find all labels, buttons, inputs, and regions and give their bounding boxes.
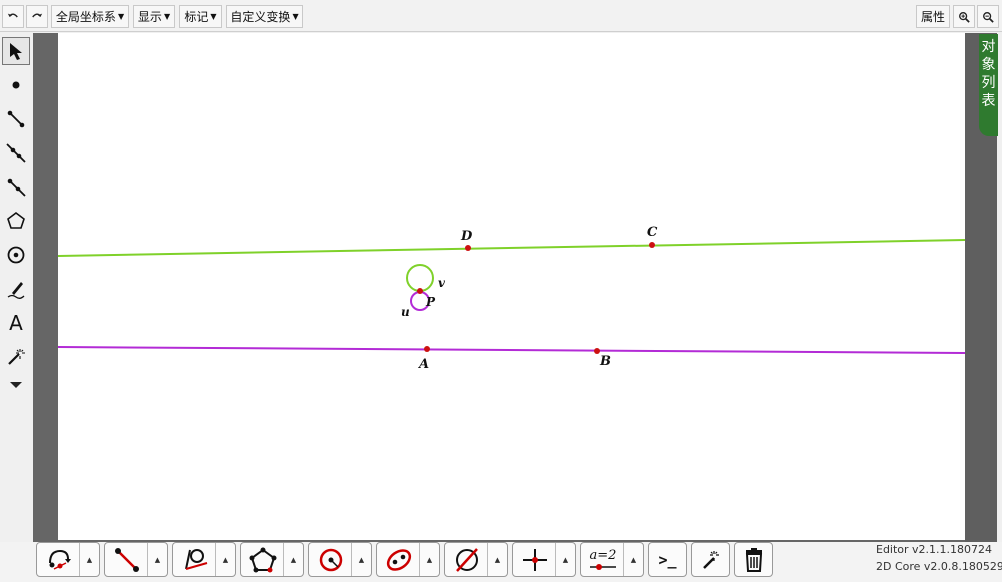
segment-tools[interactable]: ▲ [104, 542, 168, 577]
drawing-canvas[interactable]: D C A B P v u [57, 33, 966, 540]
left-tool-panel: A [0, 33, 33, 542]
top-toolbar: 全局坐标系 ▼ 显示 ▼ 标记 ▼ 自定义变换 ▼ 属性 [0, 0, 1002, 32]
arrow-pointer-icon [10, 43, 22, 60]
geometry-svg: D C A B P v u [57, 225, 966, 372]
pen-tool[interactable] [2, 275, 30, 303]
text-tool[interactable]: A [2, 309, 30, 337]
ray-icon [7, 178, 26, 197]
menu-custom-transform[interactable]: 自定义变换 ▼ [226, 5, 303, 28]
circle-tools[interactable]: ▲ [308, 542, 372, 577]
expand-arrow-icon[interactable]: ▲ [555, 543, 575, 576]
ray-tool[interactable] [2, 173, 30, 201]
pentagon-icon [7, 212, 25, 229]
menu-coordinate-system[interactable]: 全局坐标系 ▼ [51, 5, 129, 28]
more-tools[interactable] [2, 371, 30, 399]
caret-down-icon: ▼ [163, 12, 171, 21]
expand-arrow-icon[interactable]: ▲ [487, 543, 507, 576]
expand-arrow-icon[interactable]: ▲ [79, 543, 99, 576]
expand-arrow-icon[interactable]: ▲ [283, 543, 303, 576]
menu-mark[interactable]: 标记 ▼ [179, 5, 222, 28]
polygon-tool[interactable] [2, 207, 30, 235]
magic-button[interactable] [691, 542, 730, 577]
angle-tools[interactable]: ▲ [172, 542, 236, 577]
core-version: 2D Core v2.0.8.180529 [876, 560, 1002, 573]
zoom-in-icon [959, 11, 970, 23]
redo-icon [32, 13, 43, 17]
circle-slash-icon [456, 547, 478, 572]
circle-v[interactable] [406, 264, 434, 292]
bottom-toolbar: ▲ ▲ ▲ ▲ ▲ ▲ ▲ ▲ a=2 ▲ >_ Editor v2.1.1.1… [0, 542, 1002, 582]
triangle-down-icon [10, 382, 22, 388]
menu-display[interactable]: 显示 ▼ [133, 5, 175, 28]
coordinate-tools[interactable]: ▲ [512, 542, 576, 577]
circle-point-icon [319, 548, 343, 571]
line-dc[interactable] [57, 239, 966, 257]
transform-tools[interactable]: ▲ [36, 542, 100, 577]
select-tool[interactable] [2, 37, 30, 65]
label-a: A [417, 357, 429, 372]
slider-icon [590, 563, 616, 570]
undo-button[interactable] [2, 5, 24, 28]
redo-button[interactable] [26, 5, 48, 28]
rotate-point-icon [49, 549, 71, 570]
circle-tool[interactable] [2, 241, 30, 269]
label-u: u [401, 305, 410, 319]
segment-tool[interactable] [2, 105, 30, 133]
expand-arrow-icon[interactable]: ▲ [623, 543, 643, 576]
parameter-tools[interactable]: a=2 ▲ [580, 542, 644, 577]
construct-tools[interactable]: ▲ [444, 542, 508, 577]
point-p[interactable] [417, 288, 423, 294]
pen-icon [7, 282, 25, 299]
label-p: P [425, 295, 436, 309]
point-c[interactable] [649, 242, 655, 248]
segment-red-icon [115, 547, 139, 572]
trash-icon [745, 547, 762, 572]
caret-down-icon: ▼ [292, 12, 299, 21]
axes-point-icon [523, 548, 547, 571]
zoom-out-icon [983, 11, 994, 23]
wand-tool[interactable] [2, 343, 30, 371]
label-c: C [647, 225, 658, 240]
segment-icon [7, 110, 25, 128]
delete-button[interactable] [734, 542, 773, 577]
line-ab[interactable] [57, 346, 966, 354]
caret-down-icon: ▼ [117, 12, 125, 21]
caret-down-icon: ▼ [210, 12, 217, 21]
expand-arrow-icon[interactable]: ▲ [147, 543, 167, 576]
label-v: v [438, 276, 446, 290]
undo-icon [7, 13, 18, 17]
expand-arrow-icon[interactable]: ▲ [215, 543, 235, 576]
expand-arrow-icon[interactable]: ▲ [419, 543, 439, 576]
properties-button[interactable]: 属性 [916, 5, 950, 28]
line-tool[interactable] [2, 139, 30, 167]
editor-version: Editor v2.1.1.180724 [876, 543, 993, 556]
polygon-tools[interactable]: ▲ [240, 542, 304, 577]
expand-arrow-icon[interactable]: ▲ [351, 543, 371, 576]
command-button[interactable]: >_ [648, 542, 687, 577]
object-list-tab[interactable]: 对 象 列 表 [979, 34, 998, 136]
dot-icon [12, 81, 20, 89]
point-a[interactable] [424, 346, 430, 352]
angle-circle-icon [185, 548, 208, 570]
magic-wand-icon [8, 349, 25, 365]
zoom-in-button[interactable] [953, 5, 975, 28]
polygon-icon [249, 547, 277, 572]
line-icon [6, 143, 26, 163]
point-tool[interactable] [2, 71, 30, 99]
circle-icon [7, 246, 25, 264]
ellipse-icon [386, 548, 412, 571]
label-b: B [599, 354, 611, 369]
label-d: D [460, 229, 473, 244]
conic-tools[interactable]: ▲ [376, 542, 440, 577]
magic-wand-icon [702, 550, 719, 569]
zoom-out-button[interactable] [977, 5, 999, 28]
point-d[interactable] [465, 245, 471, 251]
